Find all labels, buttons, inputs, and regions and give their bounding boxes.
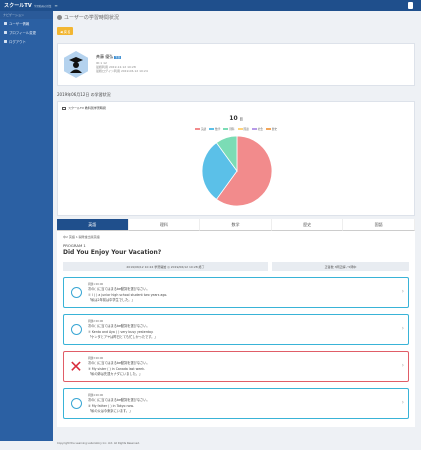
sidebar: ナビゲーション ユーザー情報 プロフィール変更 ログアウト: [0, 11, 53, 441]
legend-label: 英語: [200, 128, 207, 131]
legend-item: 社会: [251, 127, 263, 131]
avatar: [64, 51, 88, 78]
top-bar: スクールTV 学習動画の授業 ≡: [0, 0, 421, 11]
question-card[interactable]: 問題2 00:00 次の( )に当てはまるbe動詞を選びなさい。 ② Kenta…: [63, 314, 409, 345]
correct-circle-icon: [70, 398, 82, 409]
question-translation: 「私の父は今東京にいます。」: [88, 408, 133, 413]
legend-label: 歴史: [271, 128, 278, 131]
question-prompt: 次の( )に当てはまるbe動詞を選びなさい。: [88, 324, 150, 329]
sidebar-item-label: プロフィール変更: [9, 31, 37, 35]
legend-item: 英語: [194, 127, 207, 131]
edit-icon: [4, 31, 7, 34]
correct-circle-icon: [70, 287, 82, 298]
chevron-right-icon[interactable]: ›: [402, 325, 404, 332]
graduate-icon: [69, 56, 83, 73]
question-card[interactable]: 問題1 00:00 次の( )に当てはまるbe動詞を選びなさい。 ① I ( )…: [63, 277, 409, 308]
program-label: PROGRAM 1: [63, 243, 86, 248]
page-title: ユーザーの学習時間状況: [57, 11, 415, 23]
legend-label: 社会: [257, 128, 263, 131]
question-sentence: ① I ( ) a junior high school student two…: [88, 292, 168, 297]
lesson-panel: 中2 英語 1 開隆堂出版英語 PROGRAM 1 Did You Enjoy …: [57, 231, 415, 427]
profile-card: 斉藤 優弘 生徒 ID:1 12 最終利用 2019.12.12 10:28 最終…: [57, 43, 415, 86]
question-prompt: 次の( )に当てはまるbe動詞を選びなさい。: [88, 361, 150, 366]
chevron-right-icon[interactable]: ›: [402, 399, 404, 406]
sidebar-item-label: ユーザー情報: [9, 22, 30, 26]
legend-item: 歴史: [265, 127, 278, 131]
question-translation: 「私の姉は先週カナダにいました。」: [88, 371, 143, 376]
sidebar-heading: ナビゲーション: [0, 11, 53, 19]
tab-science[interactable]: 理科: [128, 219, 201, 231]
legend-label: 国語: [243, 128, 249, 131]
app-logo[interactable]: スクールTV: [4, 2, 32, 9]
hamburger-icon[interactable]: ≡: [54, 3, 57, 8]
question-prompt: 次の( )に当てはまるbe動詞を選びなさい。: [88, 398, 150, 403]
wrong-cross-icon: ✕: [69, 356, 83, 376]
profile-line: 最終ログイン利用 2019.06.12 10:24: [96, 69, 148, 74]
user-icon: [57, 14, 62, 20]
main-content: ユーザーの学習時間状況 ◀ 戻る 斉藤 優弘 生徒 ID:1 12 最終利用 20…: [57, 11, 415, 427]
user-menu-button[interactable]: [408, 2, 413, 9]
tab-math[interactable]: 数学: [200, 219, 272, 231]
logout-icon: [4, 40, 7, 43]
chart-label: スクールTV 教科別学習時間: [62, 106, 410, 110]
legend-swatch: [251, 127, 257, 131]
legend-item: 理科: [223, 127, 235, 131]
tab-japanese[interactable]: 国語: [343, 219, 415, 231]
study-time-box: 2019/06/12 10:24 学習開始 ◎ 2019/06/12 10:28…: [63, 262, 268, 271]
profile-info: 斉藤 優弘 生徒 ID:1 12 最終利用 2019.12.12 10:28 最終…: [96, 54, 148, 74]
info-row: 2019/06/12 10:24 学習開始 ◎ 2019/06/12 10:28…: [63, 262, 409, 271]
question-sentence: ③ My sister ( ) in Canada last week.: [88, 366, 145, 371]
footer-copyright: Copyright the Learning Laboratory Inc. L…: [57, 442, 140, 445]
legend-swatch: [223, 127, 229, 131]
legend-swatch: [209, 127, 215, 131]
question-translation: 「ケンタとアヤは昨日とても忙しかったです。」: [88, 334, 158, 339]
sidebar-item-label: ログアウト: [9, 40, 26, 44]
sidebar-item-logout[interactable]: ログアウト: [0, 37, 53, 46]
question-card[interactable]: ✕ 問題3 00:00 次の( )に当てはまるbe動詞を選びなさい。 ③ My …: [63, 351, 409, 382]
logo-subtitle: 学習動画の授業: [33, 4, 52, 8]
question-card[interactable]: 問題4 00:00 次の( )に当てはまるbe動詞を選びなさい。 ④ My fa…: [63, 388, 409, 419]
sidebar-item-user-info[interactable]: ユーザー情報: [0, 19, 53, 28]
chart-label-text: スクールTV 教科別学習時間: [68, 106, 106, 110]
question-translation: 「私は2年前は中学生でした。」: [88, 297, 135, 302]
subject-tabs: 英語 理科 数学 歴史 国語: [57, 219, 415, 231]
user-icon: [4, 22, 7, 25]
sidebar-item-profile[interactable]: プロフィール変更: [0, 28, 53, 37]
correct-circle-icon: [70, 324, 82, 335]
chart-total-value: 10: [229, 115, 238, 122]
legend-swatch: [194, 127, 200, 131]
breadcrumb: 中2 英語 1 開隆堂出版英語: [63, 235, 100, 239]
legend-label: 数学: [215, 128, 221, 131]
page-title-text: ユーザーの学習時間状況: [64, 14, 119, 21]
monitor-icon: [62, 106, 66, 110]
back-button[interactable]: ◀ 戻る: [57, 27, 74, 35]
chart-total: 10 回: [58, 115, 414, 122]
legend-swatch: [265, 127, 271, 131]
chevron-right-icon[interactable]: ›: [402, 288, 404, 295]
chart-card: スクールTV 教科別学習時間 10 回 英語 数学 理科 国語 社会 歴史: [57, 101, 415, 216]
tab-english[interactable]: 英語: [57, 219, 129, 231]
section-title: 2019年06月12日 の学習状況: [57, 92, 111, 97]
lesson-title: Did You Enjoy Your Vacation?: [63, 249, 162, 256]
chart-total-unit: 回: [239, 117, 243, 121]
chart-legend: 英語 数学 理科 国語 社会 歴史: [58, 127, 414, 131]
profile-name: 斉藤 優弘: [96, 54, 114, 60]
question-sentence: ② Kenta and Aya ( ) very busy yesterday.: [88, 329, 154, 334]
legend-item: 国語: [237, 127, 249, 131]
score-box: 正答数 3問正解 / 5問中: [272, 262, 409, 271]
role-badge: 生徒: [114, 56, 122, 60]
tab-history[interactable]: 歴史: [271, 219, 344, 231]
pie-chart: [201, 135, 273, 207]
legend-item: 数学: [209, 127, 220, 131]
legend-label: 理科: [229, 128, 235, 131]
legend-swatch: [237, 127, 243, 131]
chevron-right-icon[interactable]: ›: [402, 362, 404, 369]
